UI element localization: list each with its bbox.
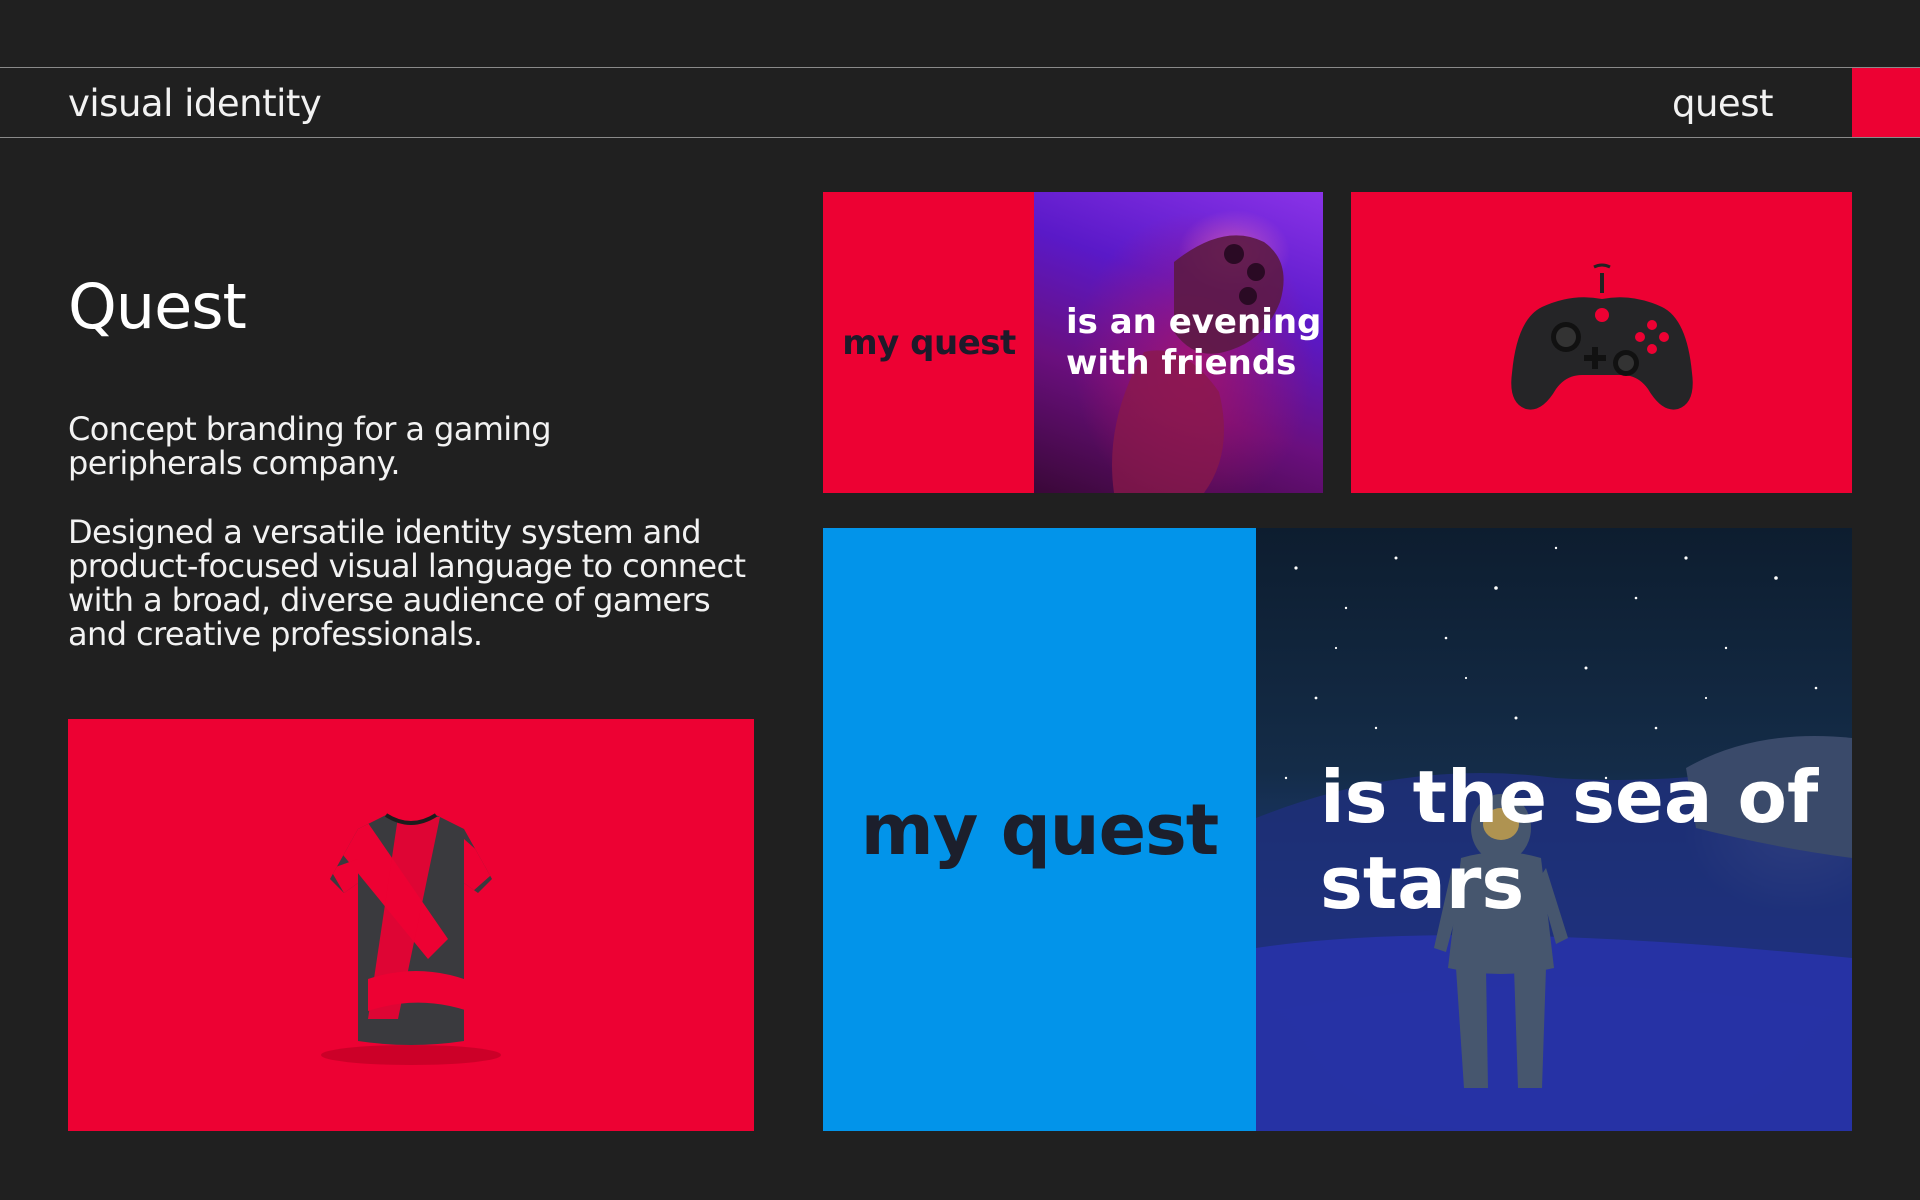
brand-tile-small: my quest	[823, 192, 1035, 493]
project-details: Designed a versatile identity system and…	[68, 513, 746, 653]
photo-tile-stars: is the sea of stars	[1256, 528, 1852, 1131]
tagline-large: is the sea of stars	[1320, 755, 1819, 925]
header-section-label: visual identity	[68, 82, 322, 125]
tshirt-tile	[68, 719, 754, 1131]
page-title: Quest	[68, 270, 247, 343]
controller-icon	[1510, 263, 1693, 410]
brand-wordmark-large: my quest	[860, 788, 1219, 871]
controller-tile	[1351, 192, 1852, 493]
brand-wordmark-small: my quest	[842, 322, 1016, 363]
header-divider-bottom	[0, 137, 1920, 138]
brand-tile-large: my quest	[823, 528, 1256, 1131]
project-description: Concept branding for a gaming peripheral…	[68, 410, 552, 482]
header-accent-block	[1852, 68, 1920, 137]
tshirt-icon	[321, 813, 501, 1065]
header-project-label: quest	[1672, 82, 1773, 125]
photo-tile-evening: is an evening with friends	[1034, 192, 1323, 493]
header-divider-top	[0, 67, 1920, 68]
tagline-small: is an evening with friends	[1066, 302, 1322, 383]
